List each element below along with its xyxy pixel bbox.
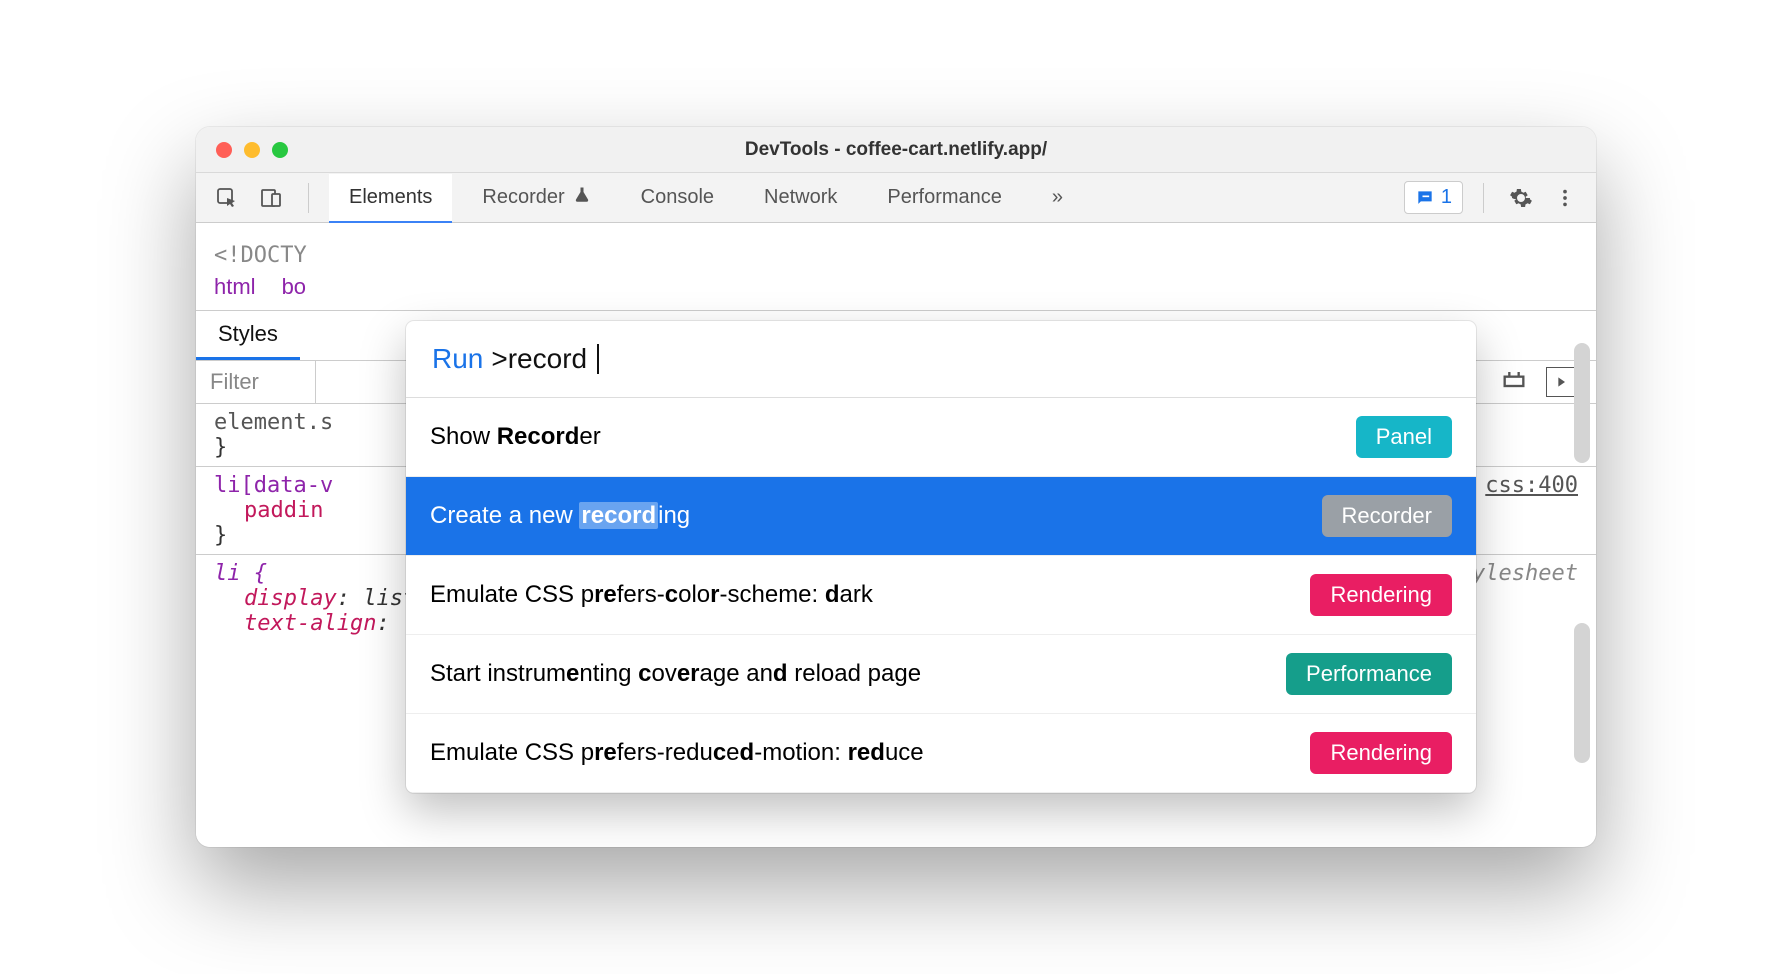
- tab-network[interactable]: Network: [744, 173, 857, 222]
- styles-scrollbar[interactable]: [1574, 623, 1590, 763]
- command-palette-item[interactable]: Emulate CSS prefers-color-scheme: dark Re…: [406, 556, 1476, 635]
- zoom-window-button[interactable]: [272, 142, 288, 158]
- css-source-link[interactable]: css:400: [1485, 473, 1578, 498]
- palette-item-text: Create a new recording: [430, 502, 690, 530]
- device-toolbar-icon[interactable]: [254, 181, 288, 215]
- separator: [1483, 183, 1484, 213]
- css-brace: }: [214, 435, 333, 460]
- close-window-button[interactable]: [216, 142, 232, 158]
- tab-more[interactable]: »: [1032, 173, 1083, 222]
- tab-network-label: Network: [764, 186, 837, 209]
- palette-item-text: Start instrumenting coverage and reload …: [430, 660, 921, 688]
- command-palette-item[interactable]: Show Recorder Panel: [406, 398, 1476, 477]
- styles-tab[interactable]: Styles: [196, 311, 300, 360]
- devtools-tabstrip: Elements Recorder Console Network Perfor…: [196, 173, 1596, 223]
- palette-item-category-badge: Rendering: [1310, 574, 1452, 616]
- css-property: paddin: [244, 498, 323, 523]
- issues-button[interactable]: 1: [1404, 181, 1463, 214]
- palette-item-text: Show Recorder: [430, 423, 601, 451]
- command-palette-list: Show Recorder Panel Create a new recording…: [406, 398, 1476, 793]
- window-traffic-lights: [216, 142, 288, 158]
- command-palette-item[interactable]: Emulate CSS prefers-reduced-motion: redu…: [406, 714, 1476, 793]
- toggle-classes-icon[interactable]: [1546, 367, 1576, 397]
- css-selector: li[data-v: [214, 473, 333, 498]
- issues-count: 1: [1441, 186, 1452, 209]
- dom-scrollbar[interactable]: [1574, 343, 1590, 463]
- styles-tab-label: Styles: [218, 321, 278, 346]
- tab-recorder[interactable]: Recorder: [462, 173, 610, 222]
- palette-item-text: Emulate CSS prefers-color-scheme: dark: [430, 581, 873, 609]
- command-palette-item[interactable]: Start instrumenting coverage and reload …: [406, 635, 1476, 714]
- issues-icon: [1415, 188, 1435, 208]
- command-palette-item[interactable]: Create a new recording Recorder: [406, 477, 1476, 556]
- breadcrumb-item[interactable]: html: [214, 274, 256, 300]
- command-palette-input[interactable]: Run >record: [406, 321, 1476, 398]
- settings-gear-icon[interactable]: [1504, 181, 1538, 215]
- palette-item-text: Emulate CSS prefers-reduced-motion: redu…: [430, 739, 924, 767]
- more-tabs-icon: »: [1052, 186, 1063, 209]
- tab-recorder-label: Recorder: [482, 186, 564, 209]
- hover-tool-icon[interactable]: [1500, 365, 1528, 399]
- separator: [308, 183, 309, 213]
- tab-console[interactable]: Console: [621, 173, 734, 222]
- tab-console-label: Console: [641, 186, 714, 209]
- tab-performance[interactable]: Performance: [867, 173, 1022, 222]
- text-caret: [597, 344, 599, 374]
- palette-item-category-badge: Rendering: [1310, 732, 1452, 774]
- tab-performance-label: Performance: [887, 186, 1002, 209]
- command-palette: Run >record Show Recorder Panel Create a n…: [406, 321, 1476, 793]
- palette-item-category-badge: Recorder: [1322, 495, 1452, 537]
- inspect-element-icon[interactable]: [210, 181, 244, 215]
- breadcrumb[interactable]: html bo: [196, 268, 1596, 311]
- elements-panel: <!DOCTY html bo Styles Filter element.s: [196, 223, 1596, 847]
- dom-line: <!DOCTY: [214, 243, 1578, 268]
- devtools-window: DevTools - coffee-cart.netlify.app/ Elem…: [196, 127, 1596, 847]
- palette-run-label: Run: [432, 343, 483, 375]
- css-brace: }: [214, 523, 333, 548]
- palette-typed-text: >record: [491, 343, 587, 375]
- window-titlebar: DevTools - coffee-cart.netlify.app/: [196, 127, 1596, 173]
- flask-icon: [573, 186, 591, 210]
- css-property: display: [244, 586, 337, 611]
- dom-tree[interactable]: <!DOCTY: [196, 223, 1596, 268]
- breadcrumb-item[interactable]: bo: [282, 274, 306, 300]
- tab-elements[interactable]: Elements: [329, 174, 452, 223]
- palette-item-category-badge: Performance: [1286, 653, 1452, 695]
- css-property: text-align: [244, 611, 376, 636]
- palette-item-category-badge: Panel: [1356, 416, 1452, 458]
- minimize-window-button[interactable]: [244, 142, 260, 158]
- styles-filter-input[interactable]: Filter: [196, 361, 316, 403]
- window-title: DevTools - coffee-cart.netlify.app/: [745, 139, 1047, 161]
- tab-elements-label: Elements: [349, 186, 432, 209]
- kebab-menu-icon[interactable]: [1548, 181, 1582, 215]
- css-selector: element.s: [214, 410, 333, 435]
